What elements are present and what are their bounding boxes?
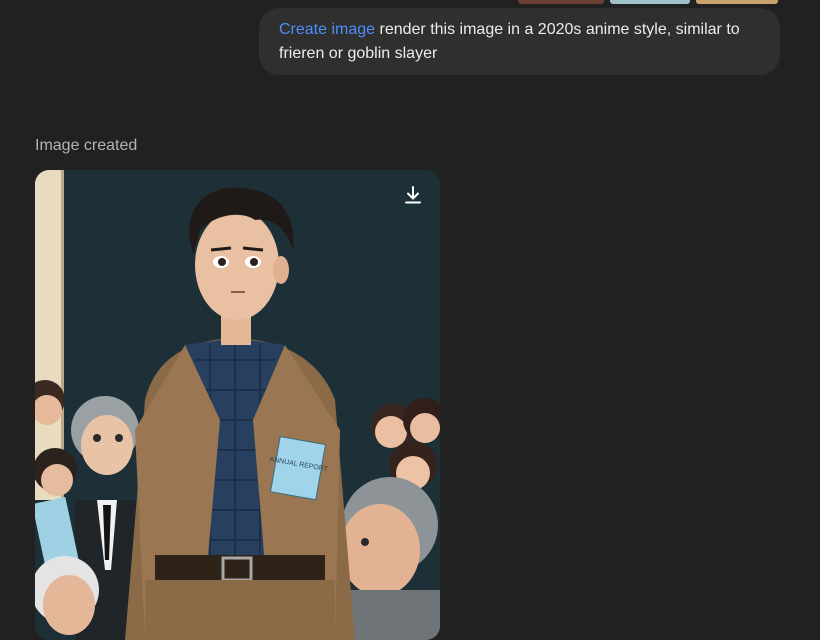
download-button[interactable] [400,182,426,208]
image-created-status: Image created [35,137,138,154]
user-message-bubble: Create image render this image in a 2020… [259,8,780,75]
anime-illustration: ANNUAL REPORT [35,170,440,640]
attached-image-thumbnails[interactable] [518,0,778,4]
download-icon [405,186,421,204]
create-image-tool-label[interactable]: Create image [279,21,375,38]
generated-image[interactable]: ANNUAL REPORT [35,170,440,640]
